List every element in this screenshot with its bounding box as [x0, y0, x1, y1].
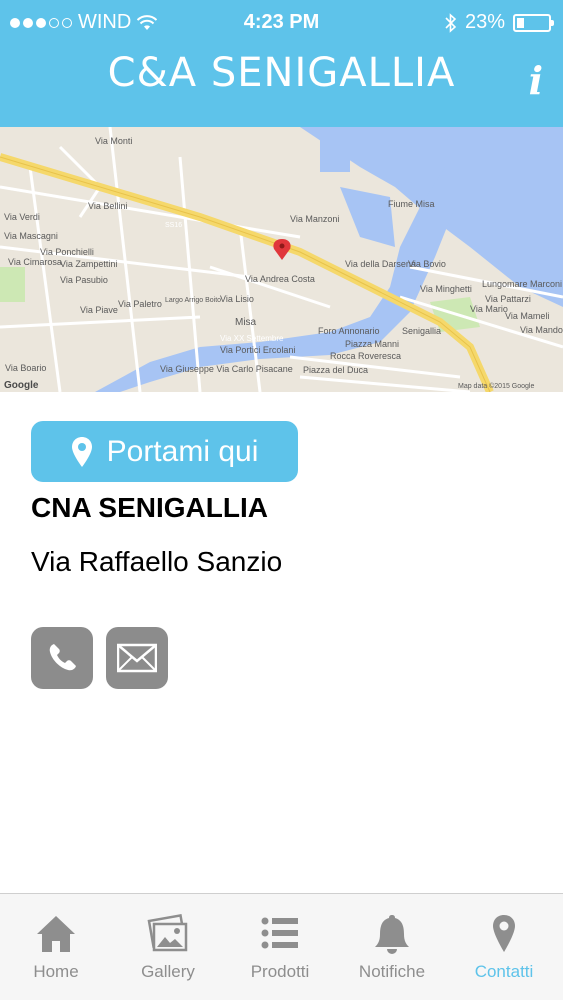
street-label: Via Minghetti	[420, 284, 472, 294]
app-title: C&A SENIGALLIA	[107, 50, 456, 96]
tab-prodotti[interactable]: Prodotti	[224, 894, 336, 1001]
street-label: Via Zampettini	[60, 259, 117, 269]
map-canvas: Via Monti Via Bellini SS16 Via Mascagni …	[0, 127, 563, 392]
company-name: CNA SENIGALLIA	[31, 492, 268, 523]
phone-icon	[49, 644, 76, 671]
street-label: Via Mario	[470, 304, 508, 314]
street-label: Via Pattarzi	[485, 294, 531, 304]
street-label: Via Mascagni	[4, 231, 58, 241]
street-label: SS16	[165, 222, 182, 229]
street-label: Via Manzoni	[290, 214, 339, 224]
tab-label: Prodotti	[250, 962, 310, 981]
google-logo: Google	[4, 380, 39, 391]
street-label: Via Bellini	[88, 201, 127, 211]
map-view[interactable]: Via Monti Via Bellini SS16 Via Mascagni …	[0, 127, 563, 392]
street-label: Via Andrea Costa	[245, 274, 315, 284]
info-button[interactable]: i	[529, 58, 543, 103]
gallery-icon	[147, 913, 188, 952]
tab-label: Gallery	[141, 962, 195, 981]
call-button[interactable]	[31, 627, 93, 689]
battery-percent: 23%	[464, 11, 505, 33]
tab-label: Home	[33, 962, 79, 981]
battery-icon	[513, 13, 554, 32]
map-marker-icon[interactable]	[273, 239, 291, 260]
street-label: Via Cimarosa	[8, 257, 62, 267]
pin-icon	[493, 915, 515, 952]
tab-notifiche[interactable]: Notifiche	[336, 894, 448, 1001]
location-pin-icon	[71, 436, 92, 467]
street-label: Via Boario	[5, 363, 46, 373]
street-label: Lungomare Marconi	[482, 279, 562, 289]
street-label: Via Monti	[95, 136, 132, 146]
home-icon	[37, 916, 75, 952]
street-label: Via Portici Ercolani	[220, 345, 295, 355]
street-label: Senigallia	[402, 326, 441, 336]
directions-button[interactable]: Portami qui	[31, 421, 298, 482]
street-label: Via Mameli	[505, 311, 549, 321]
street-label: Via Paletro	[118, 299, 162, 309]
tab-gallery[interactable]: Gallery	[112, 894, 224, 1001]
tab-home[interactable]: Home	[0, 894, 112, 1001]
tab-label: Notifiche	[358, 962, 426, 981]
email-button[interactable]	[106, 627, 168, 689]
street-label: Via Verdi	[4, 212, 40, 222]
mail-icon	[117, 643, 157, 673]
street-label: Via Piave	[80, 305, 118, 315]
company-address: Via Raffaello Sanzio	[31, 546, 283, 577]
map-attribution: Map data ©2015 Google	[458, 382, 534, 390]
app-header: WIND 4:23 PM 23% C&A SENIGALLIA i	[0, 0, 563, 127]
tab-contatti[interactable]: Contatti	[448, 894, 560, 1001]
street-label: Piazza Manni	[345, 339, 399, 349]
status-bar: WIND 4:23 PM 23%	[0, 0, 563, 46]
street-label: Fiume Misa	[388, 199, 435, 209]
street-label: Via XX Settembre	[220, 334, 284, 343]
tab-label: Contatti	[474, 962, 534, 981]
street-label: Via Ponchielli	[40, 247, 94, 257]
directions-label: Portami qui	[106, 434, 259, 468]
street-label: Rocca Roveresca	[330, 351, 401, 361]
street-label: Misa	[235, 317, 257, 328]
street-label: Via Mandolfo	[520, 325, 563, 335]
street-label: Via Giuseppe Via Carlo Pisacane	[160, 364, 293, 374]
street-label: Via della Darsena	[345, 259, 416, 269]
list-icon	[261, 917, 298, 949]
street-label: Via Lisio	[220, 294, 254, 304]
street-label: Via Pasubio	[60, 275, 108, 285]
street-label: Largo Arrigo Boito	[165, 297, 221, 304]
bluetooth-icon	[445, 12, 457, 33]
street-label: Foro Annonario	[318, 326, 380, 336]
battery-area: 23%	[445, 11, 554, 34]
street-label: Piazza del Duca	[303, 365, 368, 375]
bell-icon	[375, 915, 409, 954]
tab-bar: Home Gallery Prodotti Notifiche Contatti	[0, 893, 563, 1000]
